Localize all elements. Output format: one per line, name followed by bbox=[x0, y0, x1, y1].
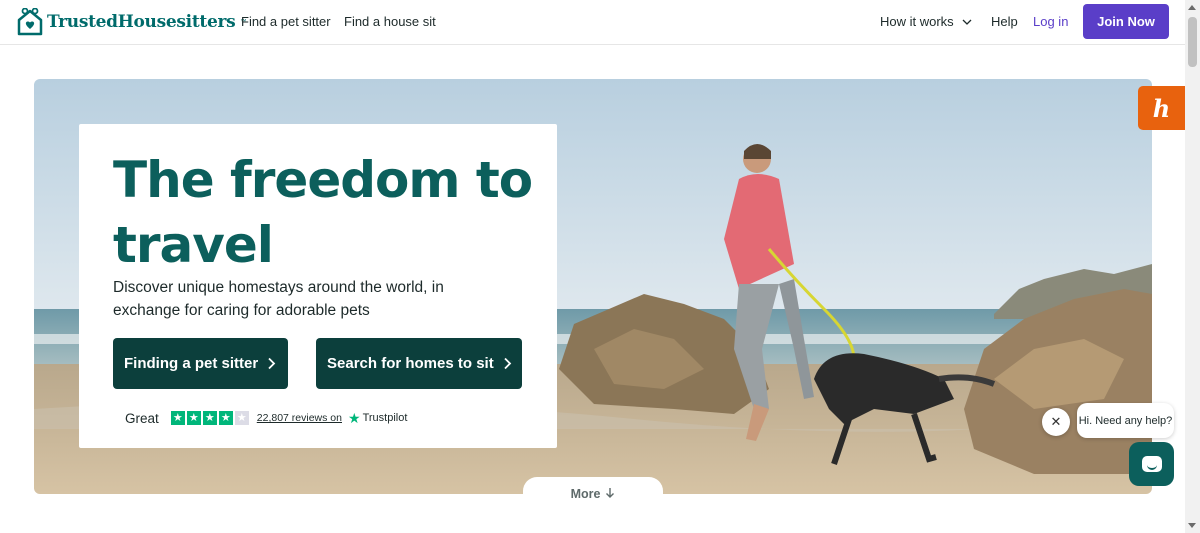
arrow-down-icon bbox=[606, 488, 615, 498]
site-header: TrustedHousesitters ™ Find a pet sitter F… bbox=[0, 0, 1185, 45]
star-icon: ★ bbox=[202, 411, 217, 425]
rating-label: Great bbox=[125, 410, 159, 426]
scroll-thumb[interactable] bbox=[1188, 17, 1197, 67]
scroll-down-arrow-icon[interactable] bbox=[1188, 523, 1196, 528]
nav-find-house-sit[interactable]: Find a house sit bbox=[344, 14, 436, 29]
find-pet-sitter-label: Finding a pet sitter bbox=[124, 355, 259, 372]
chevron-right-icon bbox=[268, 357, 276, 370]
chevron-down-icon bbox=[962, 19, 972, 25]
trustpilot-star-icon: ★ bbox=[348, 410, 361, 426]
more-button[interactable]: More bbox=[523, 477, 663, 517]
star-icon: ★ bbox=[186, 411, 201, 425]
logo-text: TrustedHousesitters bbox=[47, 12, 236, 32]
trustpilot-logo[interactable]: ★ Trustpilot bbox=[348, 411, 407, 425]
star-icon: ★ bbox=[170, 411, 185, 425]
hero-subtitle: Discover unique homestays around the wor… bbox=[113, 279, 444, 319]
nav-how-it-works[interactable]: How it works bbox=[880, 14, 972, 29]
find-pet-sitter-button[interactable]: Finding a pet sitter bbox=[113, 338, 288, 389]
chat-close-button[interactable]: ✕ bbox=[1042, 408, 1070, 436]
house-heart-icon bbox=[17, 8, 43, 36]
search-homes-label: Search for homes to sit bbox=[327, 355, 494, 372]
nav-how-it-works-label: How it works bbox=[880, 14, 954, 29]
more-label: More bbox=[570, 487, 601, 501]
close-icon: ✕ bbox=[1050, 414, 1062, 429]
search-homes-button[interactable]: Search for homes to sit bbox=[316, 338, 522, 389]
page-scrollbar[interactable] bbox=[1185, 0, 1200, 533]
nav-help[interactable]: Help bbox=[991, 14, 1018, 29]
star-icon: ★ bbox=[218, 411, 233, 425]
hero-card: The freedom to travel Discover unique ho… bbox=[79, 124, 557, 448]
chat-prompt-bubble[interactable]: Hi. Need any help? bbox=[1077, 403, 1174, 438]
rating-stars: ★ ★ ★ ★ ★ bbox=[170, 411, 249, 425]
hero-title: The freedom to travel bbox=[113, 151, 533, 274]
chat-open-button[interactable] bbox=[1129, 442, 1174, 486]
nav-find-pet-sitter[interactable]: Find a pet sitter bbox=[241, 14, 331, 29]
join-now-button[interactable]: Join Now bbox=[1083, 4, 1169, 39]
site-logo[interactable]: TrustedHousesitters ™ bbox=[17, 8, 246, 36]
honey-extension-tab[interactable]: h bbox=[1138, 86, 1185, 130]
nav-log-in[interactable]: Log in bbox=[1033, 14, 1068, 29]
trustpilot-wordmark: Trustpilot bbox=[362, 412, 408, 424]
reviews-link[interactable]: 22,807 reviews on bbox=[257, 412, 342, 424]
chat-icon bbox=[1141, 456, 1162, 472]
star-icon: ★ bbox=[234, 411, 249, 425]
chevron-right-icon bbox=[504, 357, 511, 370]
trustpilot-rating: Great ★ ★ ★ ★ ★ 22,807 reviews on ★ Trus… bbox=[125, 410, 407, 426]
scroll-up-arrow-icon[interactable] bbox=[1188, 5, 1196, 10]
